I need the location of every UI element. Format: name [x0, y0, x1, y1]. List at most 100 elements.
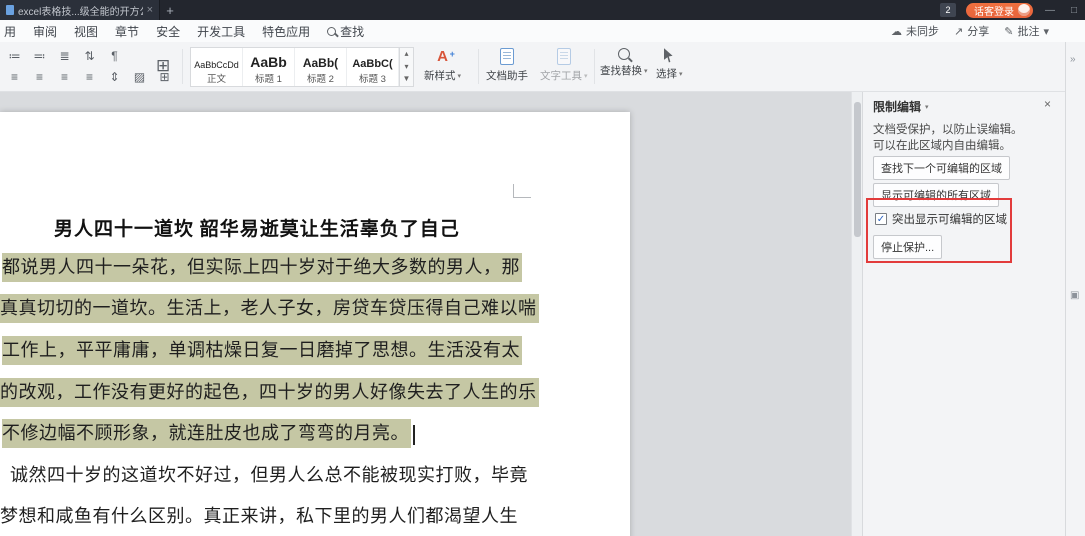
menu-tab-devtools[interactable]: 开发工具: [197, 23, 245, 40]
panel-description-line1: 文档受保护，以防止误编辑。: [873, 124, 1023, 136]
menubar: 用 审阅 视图 章节 安全 开发工具 特色应用 查找 ☁ 未同步 ↗ 分享 ✎ …: [0, 20, 1085, 42]
menu-tab-section[interactable]: 章节: [115, 23, 139, 40]
search-label: 查找: [340, 24, 365, 39]
chevron-down-icon: ▾: [925, 103, 929, 111]
style-gallery-controls: ▴ ▾ ▼: [400, 47, 414, 87]
menu-search[interactable]: 查找: [327, 23, 364, 40]
text-tool-label: 文字工具: [540, 70, 582, 82]
ribbon-divider: [594, 49, 595, 84]
panel-close-icon[interactable]: ×: [1044, 97, 1051, 111]
document-line[interactable]: 真真切切的一道坎。生活上，老人子女，房贷车贷压得自己难以喘: [0, 294, 539, 323]
paragraph-tools-group: ≔ ≕ ≣ ⇅ ¶ ≡ ≡ ≡ ≡ ⇕ ▨ ⊞: [6, 48, 173, 85]
paragraph-mark-icon[interactable]: ¶: [106, 48, 123, 64]
multilevel-list-icon[interactable]: ≣: [56, 48, 73, 64]
new-style-label: 新样式: [424, 70, 456, 82]
shading-icon[interactable]: ▨: [131, 69, 148, 85]
menu-tab-special[interactable]: 特色应用: [262, 23, 310, 40]
message-badge[interactable]: 2: [940, 3, 956, 17]
menubar-right: ☁ 未同步 ↗ 分享 ✎ 批注 ▾: [891, 20, 1049, 42]
doc-assistant-button[interactable]: 文档助手: [486, 48, 528, 83]
gallery-down-icon[interactable]: ▾: [400, 61, 413, 74]
align-right-icon[interactable]: ≡: [56, 69, 73, 85]
sort-icon[interactable]: ⇅: [81, 48, 98, 64]
document-line[interactable]: 诚然四十岁的这道坎不好过，但男人么总不能被现实打败，毕竟: [10, 461, 528, 487]
justify-icon[interactable]: ≡: [81, 69, 98, 85]
style-gallery: AaBbCcDd 正文 AaBb 标题 1 AaBb( 标题 2 AaBbC( …: [190, 47, 400, 87]
find-next-editable-region-button[interactable]: 查找下一个可编辑的区域: [873, 156, 1010, 180]
titlebar: excel表格技...级全能的开方公式 × + 2 话客登录 — □: [0, 0, 1085, 20]
menu-tab-view[interactable]: 视图: [74, 23, 98, 40]
margin-corner-mark: [513, 184, 531, 198]
select-button[interactable]: 选择 ▾: [656, 48, 683, 81]
chevron-down-icon: ▾: [679, 70, 683, 78]
style-heading3[interactable]: AaBbC( 标题 3: [347, 48, 399, 86]
restrict-editing-panel: 限制编辑 ▾ × 文档受保护，以防止误编辑。 可以在此区域内自由编辑。 查找下一…: [862, 92, 1065, 536]
menu-tab-review[interactable]: 审阅: [33, 23, 57, 40]
panel-title: 限制编辑 ▾: [873, 100, 929, 114]
paragraph-layout-icon[interactable]: ⊞: [156, 56, 170, 76]
document-icon: [6, 5, 14, 15]
chevron-down-icon: ▾: [644, 67, 648, 75]
document-title[interactable]: 男人四十一道坎 韶华易逝莫让生活辜负了自己: [54, 214, 460, 241]
chevron-down-icon: ▾: [584, 72, 588, 80]
vertical-scrollbar[interactable]: [851, 92, 862, 536]
text-tool-icon: [556, 48, 571, 65]
style-name: 正文: [206, 73, 226, 85]
document-page[interactable]: 男人四十一道坎 韶华易逝莫让生活辜负了自己 都说男人四十一朵花，但实际上四十岁对…: [0, 112, 630, 536]
ribbon-divider: [182, 49, 183, 84]
new-style-button[interactable]: A + 新样式 ▾: [424, 48, 461, 83]
select-cursor-icon: [663, 48, 673, 63]
gallery-up-icon[interactable]: ▴: [400, 48, 413, 61]
share-button[interactable]: ↗ 分享: [954, 23, 989, 39]
style-heading2[interactable]: AaBb( 标题 2: [295, 48, 347, 86]
style-name: 标题 3: [359, 73, 386, 85]
right-sidebar-rail: » ▣: [1065, 42, 1085, 536]
document-line[interactable]: 不修边幅不顾形象，就连肚皮也成了弯弯的月亮。: [2, 419, 415, 448]
checkbox-checked[interactable]: ✓: [875, 213, 887, 225]
document-line[interactable]: 都说男人四十一朵花，但实际上四十岁对于绝大多数的男人，那: [2, 253, 522, 282]
new-tab-button[interactable]: +: [160, 3, 180, 18]
document-tab[interactable]: excel表格技...级全能的开方公式 ×: [0, 0, 160, 20]
bullet-list-icon[interactable]: ≔: [6, 48, 23, 64]
menu-tab-yong[interactable]: 用: [4, 23, 16, 40]
comment-button[interactable]: ✎ 批注 ▾: [1004, 23, 1049, 39]
new-style-icon: A +: [437, 48, 455, 65]
numbered-list-icon[interactable]: ≕: [31, 48, 48, 64]
style-preview: AaBb: [250, 53, 287, 70]
minimize-button[interactable]: —: [1043, 5, 1057, 16]
sidebar-widget-icon[interactable]: ▣: [1070, 290, 1079, 301]
gallery-more-icon[interactable]: ▼: [400, 73, 413, 86]
align-center-icon[interactable]: ≡: [31, 69, 48, 85]
menu-tab-security[interactable]: 安全: [156, 23, 180, 40]
stop-protection-button[interactable]: 停止保护...: [873, 235, 943, 259]
panel-description-line2: 可以在此区域内自由编辑。: [873, 140, 1011, 152]
scrollbar-thumb[interactable]: [854, 102, 861, 237]
tab-close-icon[interactable]: ×: [147, 4, 153, 16]
document-line[interactable]: 工作上，平平庸庸，单调枯燥日复一日磨掉了思想。生活没有太: [2, 336, 522, 365]
line-spacing-icon[interactable]: ⇕: [106, 69, 123, 85]
highlight-editable-regions-checkbox[interactable]: ✓ 突出显示可编辑的区域: [875, 211, 1007, 227]
checkbox-label: 突出显示可编辑的区域: [892, 214, 1007, 226]
style-heading1[interactable]: AaBb 标题 1: [243, 48, 295, 86]
document-line[interactable]: 梦想和咸鱼有什么区别。真正来讲，私下里的男人们都渴望人生: [0, 502, 518, 528]
style-normal[interactable]: AaBbCcDd 正文: [191, 48, 243, 86]
login-label: 话客登录: [974, 6, 1014, 18]
doc-assistant-label: 文档助手: [486, 70, 528, 82]
document-line[interactable]: 的改观，工作没有更好的起色，四十岁的男人好像失去了人生的乐: [0, 378, 539, 407]
text-tool-button: 文字工具 ▾: [540, 48, 588, 83]
maximize-button[interactable]: □: [1067, 5, 1081, 16]
show-all-editable-regions-button[interactable]: 显示可编辑的所有区域: [873, 183, 999, 207]
login-button[interactable]: 话客登录: [966, 2, 1033, 18]
search-icon: [327, 26, 337, 36]
style-preview: AaBbCcDd: [194, 59, 239, 70]
document-tab-title: excel表格技...级全能的开方公式: [18, 6, 143, 18]
sync-status[interactable]: ☁ 未同步: [891, 23, 939, 39]
ribbon: ≔ ≕ ≣ ⇅ ¶ ≡ ≡ ≡ ≡ ⇕ ▨ ⊞ ⊞ AaBbCcDd 正文 Aa…: [0, 42, 1085, 92]
align-left-icon[interactable]: ≡: [6, 69, 23, 85]
ribbon-divider: [478, 49, 479, 84]
find-replace-button[interactable]: 查找替换 ▾: [600, 48, 648, 78]
sync-label: 未同步: [906, 26, 940, 38]
select-label: 选择: [656, 68, 677, 80]
comment-label: 批注: [1017, 26, 1040, 38]
collapse-panel-icon[interactable]: »: [1070, 54, 1076, 65]
